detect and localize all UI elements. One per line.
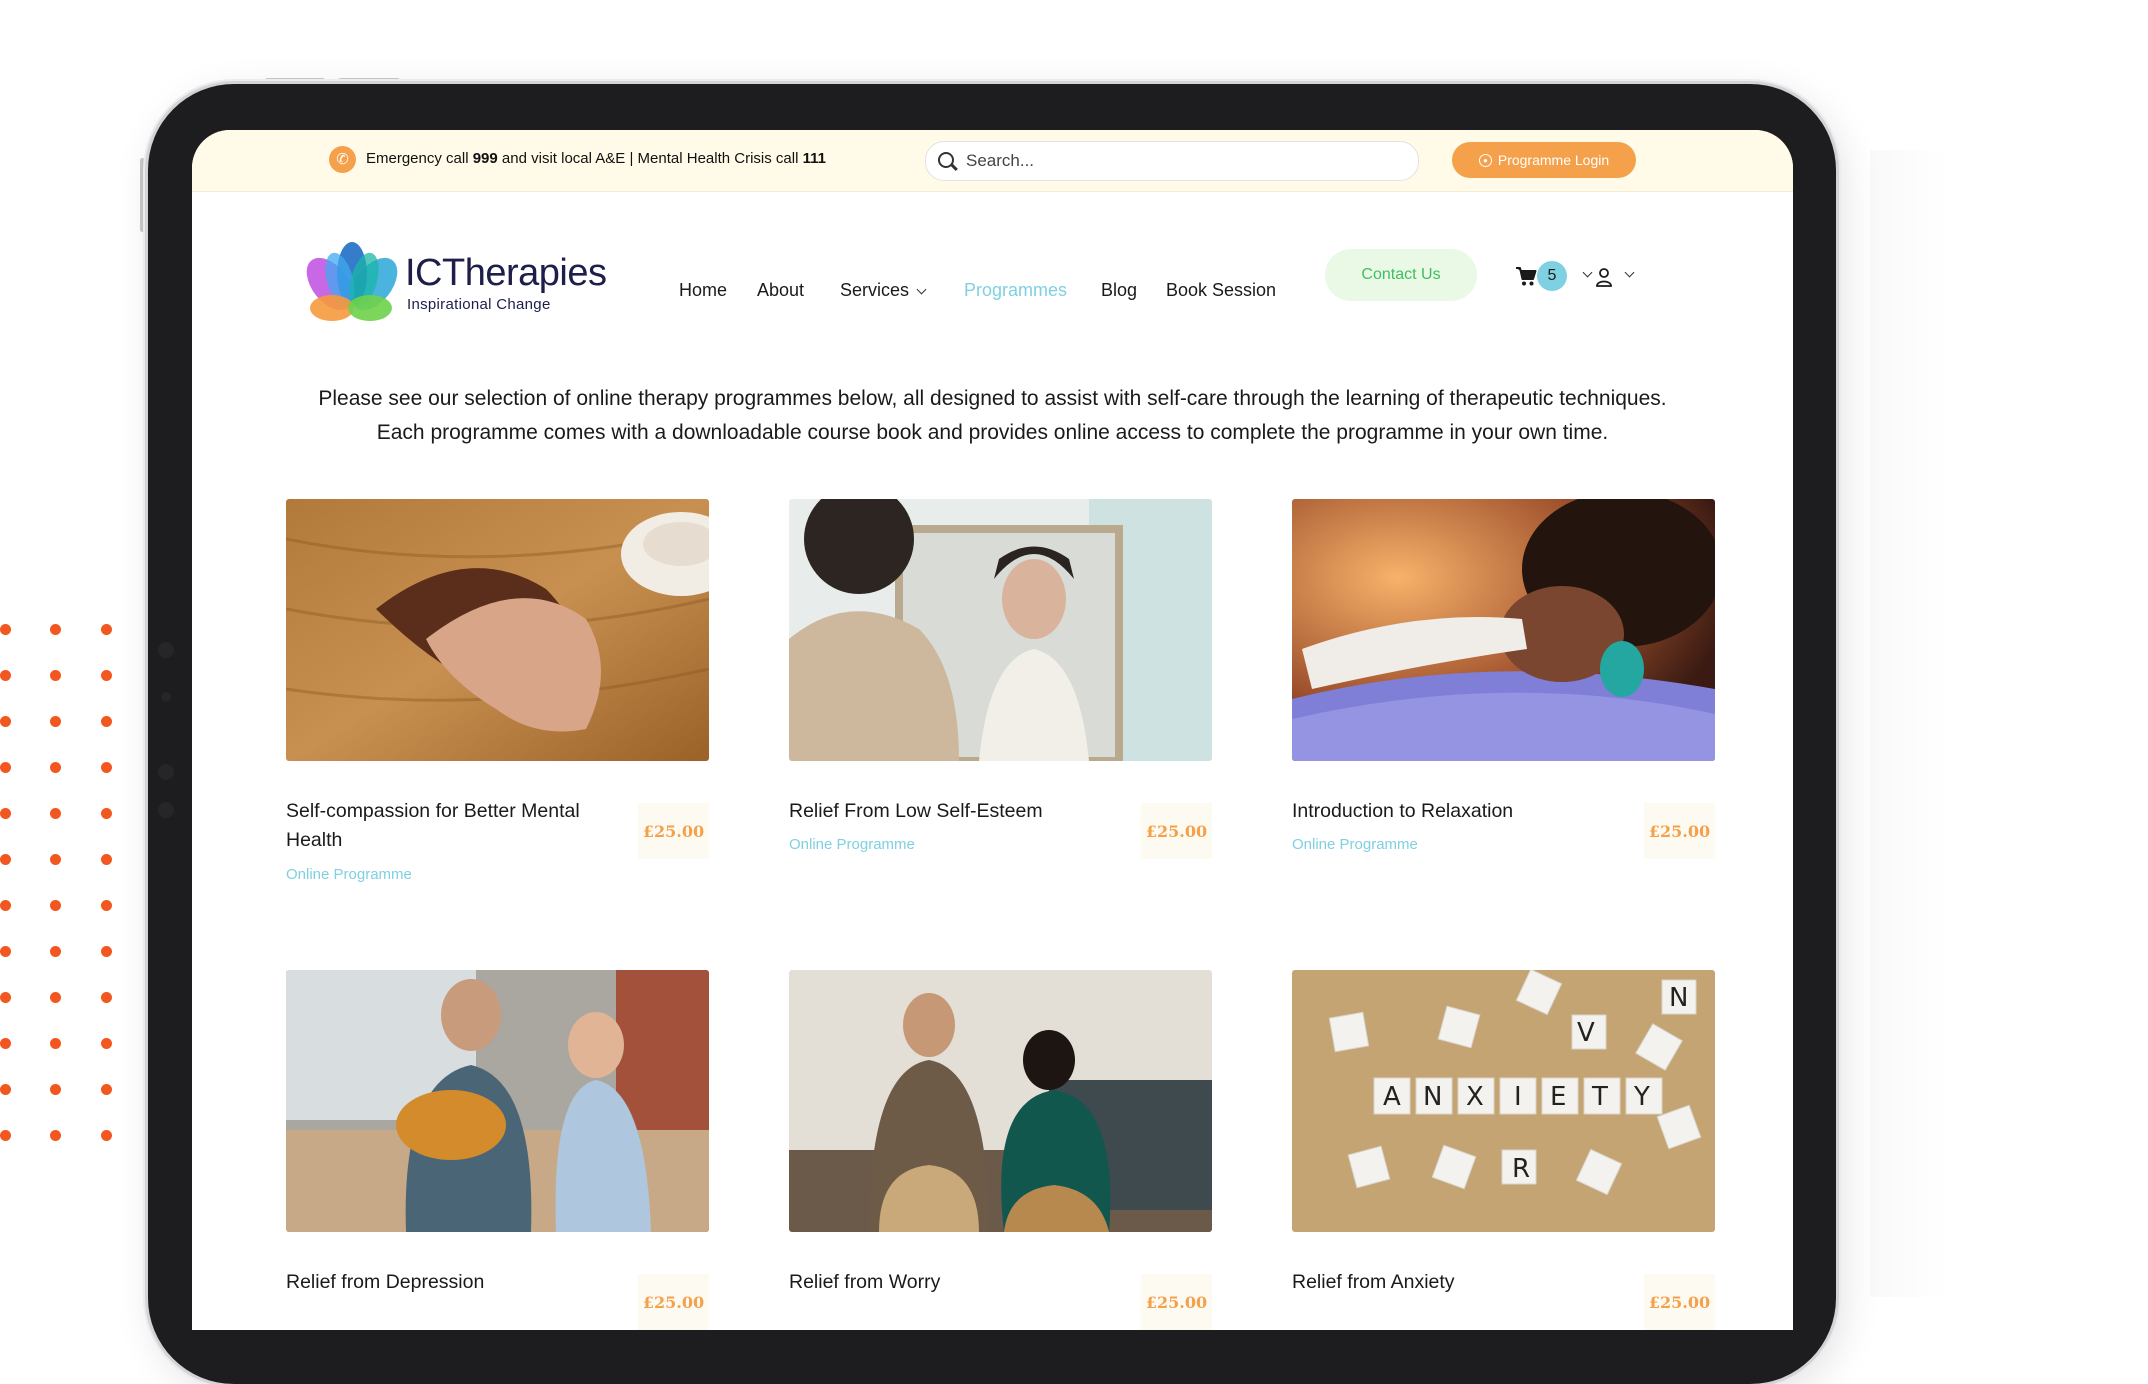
chevron-down-icon xyxy=(916,284,927,295)
product-image[interactable] xyxy=(789,970,1212,1232)
product-title[interactable]: Self-compassion for Better Mental Health xyxy=(286,797,616,855)
product-image[interactable] xyxy=(789,499,1212,761)
device-sensor xyxy=(158,642,174,658)
product-price: £25.00 xyxy=(638,803,709,859)
product-title[interactable]: Relief from Anxiety xyxy=(1292,1268,1622,1297)
svg-text:A: A xyxy=(1383,1082,1401,1112)
chevron-down-icon[interactable] xyxy=(1582,267,1593,278)
svg-text:E: E xyxy=(1550,1082,1566,1112)
programme-login-button[interactable]: ● Programme Login xyxy=(1452,142,1636,178)
intro-line: Each programme comes with a downloadable… xyxy=(376,421,1609,444)
svg-text:Y: Y xyxy=(1633,1082,1650,1112)
device-sensor xyxy=(158,802,174,818)
user-circle-icon: ● xyxy=(1478,153,1492,167)
nav-services[interactable]: Services xyxy=(840,273,927,307)
product-image[interactable]: ANX IET Y VRN xyxy=(1292,970,1715,1232)
background-shadow xyxy=(1870,150,1950,1297)
device-sensor xyxy=(158,764,174,780)
product-price: £25.00 xyxy=(1141,1274,1212,1330)
product-category[interactable]: Online Programme xyxy=(286,866,412,883)
nav-about[interactable]: About xyxy=(757,273,804,307)
nav-book-session[interactable]: Book Session xyxy=(1166,273,1276,307)
cart-icon[interactable] xyxy=(1515,265,1537,287)
cart-count-badge[interactable]: 5 xyxy=(1537,261,1567,291)
decorative-dot-grid xyxy=(0,624,120,1144)
search-icon xyxy=(938,152,954,168)
svg-text:X: X xyxy=(1466,1082,1484,1112)
svg-text:N: N xyxy=(1669,983,1688,1013)
product-category[interactable]: Online Programme xyxy=(1292,836,1418,853)
phone-icon: ✆ xyxy=(329,146,356,173)
contact-us-button[interactable]: Contact Us xyxy=(1325,249,1477,301)
device-button xyxy=(140,158,145,232)
top-bar: ✆ Emergency call 999 and visit local A&E… xyxy=(192,130,1793,192)
product-category[interactable]: Online Programme xyxy=(789,836,915,853)
device-sensor xyxy=(161,692,171,702)
search-input[interactable] xyxy=(964,146,1398,176)
chevron-down-icon[interactable] xyxy=(1624,267,1635,278)
svg-text:V: V xyxy=(1577,1018,1595,1048)
svg-text:I: I xyxy=(1514,1082,1522,1112)
emergency-notice: Emergency call 999 and visit local A&E |… xyxy=(366,150,826,167)
product-price: £25.00 xyxy=(638,1274,709,1330)
brand-name: ICTherapies xyxy=(405,252,607,294)
nav-home[interactable]: Home xyxy=(679,273,727,307)
intro-line: Please see our selection of online thera… xyxy=(318,387,1667,410)
programme-login-label: Programme Login xyxy=(1497,152,1610,168)
user-icon[interactable] xyxy=(1595,267,1613,287)
nav-programmes[interactable]: Programmes xyxy=(964,273,1067,307)
product-image[interactable] xyxy=(286,499,709,761)
device-button xyxy=(338,78,400,83)
device-button xyxy=(265,78,325,83)
site-logo[interactable]: ICTherapies Inspirational Change xyxy=(302,230,612,330)
brand-tagline: Inspirational Change xyxy=(407,296,551,313)
product-image[interactable] xyxy=(286,970,709,1232)
intro-text: Please see our selection of online thera… xyxy=(252,382,1733,450)
nav-services-label: Services xyxy=(840,280,910,300)
product-price: £25.00 xyxy=(1644,1274,1715,1330)
svg-text:R: R xyxy=(1512,1154,1530,1184)
lotus-logo-icon xyxy=(306,242,398,321)
website-screen: ✆ Emergency call 999 and visit local A&E… xyxy=(192,130,1793,1330)
product-title[interactable]: Relief from Worry xyxy=(789,1268,1119,1297)
product-price: £25.00 xyxy=(1644,803,1715,859)
svg-text:N: N xyxy=(1423,1082,1442,1112)
product-title[interactable]: Relief from Depression xyxy=(286,1268,616,1297)
product-price: £25.00 xyxy=(1141,803,1212,859)
svg-text:T: T xyxy=(1591,1082,1608,1112)
product-title[interactable]: Introduction to Relaxation xyxy=(1292,797,1622,826)
product-title[interactable]: Relief From Low Self-Esteem xyxy=(789,797,1119,826)
product-image[interactable] xyxy=(1292,499,1715,761)
nav-blog[interactable]: Blog xyxy=(1101,273,1137,307)
search-box[interactable] xyxy=(925,141,1419,181)
